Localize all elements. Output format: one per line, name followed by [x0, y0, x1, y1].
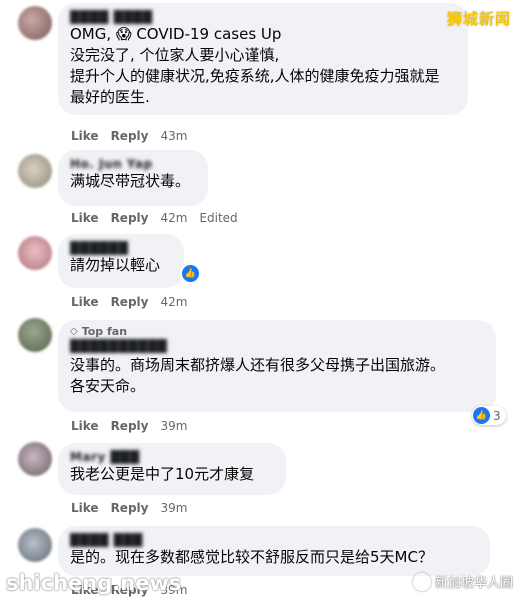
comment-timestamp[interactable]: 39m: [160, 501, 187, 515]
thumbs-up-icon[interactable]: 👍: [180, 263, 201, 284]
comment-actions: Like Reply 39m: [71, 501, 187, 515]
like-button[interactable]: Like: [71, 419, 99, 433]
like-button[interactable]: Like: [71, 211, 99, 225]
comment-author[interactable]: ██████████: [70, 339, 484, 353]
comment-bubble: ████ ███ 是的。现在多数都感觉比较不舒服反而只是给5天MC？: [58, 526, 490, 576]
comment-author[interactable]: Ho. Jun Yap: [70, 157, 196, 171]
comment-bubble: Mary ███ 我老公更是中了10元才康复: [58, 443, 286, 495]
reply-button[interactable]: Reply: [111, 211, 149, 225]
avatar[interactable]: [18, 528, 52, 562]
reaction-count[interactable]: 👍 3: [472, 406, 506, 425]
comment-bubble: Ho. Jun Yap 满城尽带冠状毒。: [58, 150, 208, 206]
comment-text: 我老公更是中了10元才康复: [70, 465, 255, 483]
comment-text: 是的。现在多数都感觉比较不舒服反而只是给5天MC？: [70, 548, 433, 566]
watermark-top-right: 狮城新闻: [446, 10, 511, 28]
comment-author[interactable]: ██████: [70, 241, 172, 255]
comment-timestamp[interactable]: 39m: [160, 419, 187, 433]
reply-button[interactable]: Reply: [111, 501, 149, 515]
avatar[interactable]: [18, 154, 52, 188]
watermark-bottom-right: 新加坡华人圈: [412, 572, 513, 591]
avatar[interactable]: [18, 318, 52, 352]
comment-timestamp[interactable]: 43m: [160, 129, 187, 143]
comment-timestamp[interactable]: 42m: [160, 295, 187, 309]
diamond-icon: ◇: [70, 326, 78, 337]
comment-author[interactable]: ████ ███: [70, 533, 478, 547]
comment-author[interactable]: Mary ███: [70, 450, 274, 464]
comment-text: 满城尽带冠状毒。: [70, 172, 191, 190]
avatar[interactable]: [18, 6, 52, 40]
comment-text: 請勿掉以輕心: [70, 256, 161, 274]
thumbs-up-icon: 👍: [473, 407, 490, 424]
comment-actions: Like Reply 39m: [71, 419, 187, 433]
like-button[interactable]: Like: [71, 129, 99, 143]
comment-author[interactable]: ████ ████: [70, 10, 456, 24]
comment-bubble: ◇ Top fan ██████████ 没事的。商场周末都挤爆人还有很多父母携…: [58, 320, 496, 412]
comment-bubble: ████ ████ OMG, 😱 COVID-19 cases Up 没完没了,…: [58, 3, 468, 115]
like-button[interactable]: Like: [71, 295, 99, 309]
like-button[interactable]: Like: [71, 501, 99, 515]
comment-bubble: ██████ 請勿掉以輕心: [58, 234, 184, 288]
comment-actions: Like Reply 43m: [71, 129, 187, 143]
reply-button[interactable]: Reply: [111, 419, 149, 433]
top-fan-label: Top fan: [81, 325, 128, 338]
reply-button[interactable]: Reply: [111, 129, 149, 143]
comment-text: OMG, 😱 COVID-19 cases Up 没完没了, 个位家人要小心谨慎…: [70, 25, 440, 106]
edited-label[interactable]: Edited: [199, 211, 237, 225]
watermark-bottom-left: shicheng.news: [6, 571, 182, 595]
top-fan-badge: ◇ Top fan: [70, 325, 484, 338]
reply-button[interactable]: Reply: [111, 295, 149, 309]
watermark-bottom-right-text: 新加坡华人圈: [434, 576, 513, 591]
avatar[interactable]: [18, 236, 52, 270]
avatar[interactable]: [18, 442, 52, 476]
comment-timestamp[interactable]: 42m: [160, 211, 187, 225]
wechat-logo-icon: [412, 572, 431, 591]
comment-actions: Like Reply 42m Edited: [71, 211, 238, 225]
comment-text: 没事的。商场周末都挤爆人还有很多父母携子出国旅游。 各安天命。: [70, 356, 446, 395]
reaction-count-value: 3: [493, 408, 501, 423]
comment-actions: Like Reply 42m: [71, 295, 187, 309]
